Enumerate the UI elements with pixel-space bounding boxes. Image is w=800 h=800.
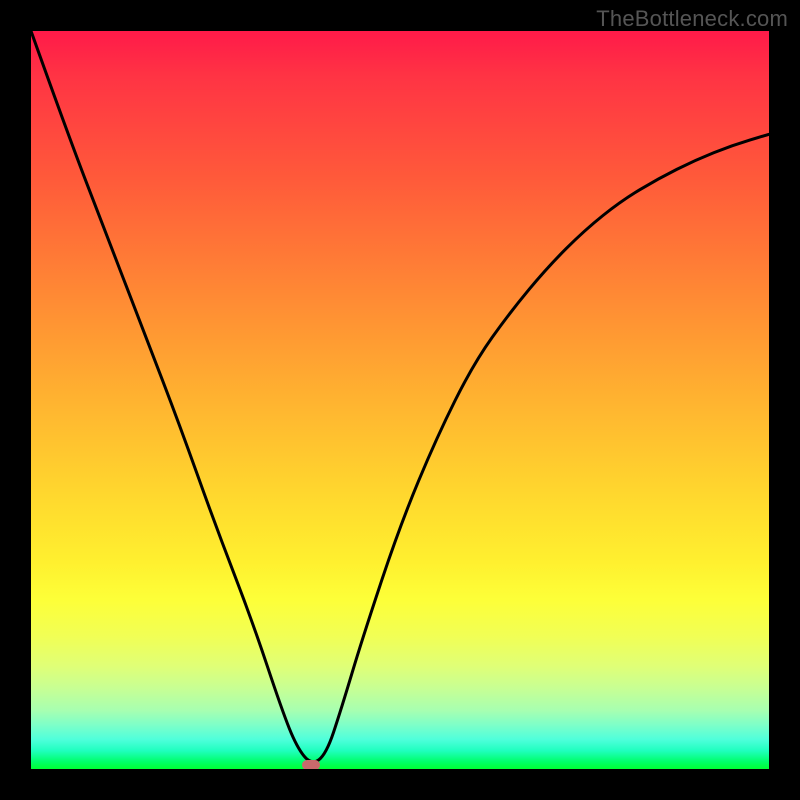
chart-plot-area <box>31 31 769 769</box>
bottleneck-curve <box>31 31 769 769</box>
watermark-text: TheBottleneck.com <box>596 6 788 32</box>
bottleneck-marker <box>302 760 320 769</box>
